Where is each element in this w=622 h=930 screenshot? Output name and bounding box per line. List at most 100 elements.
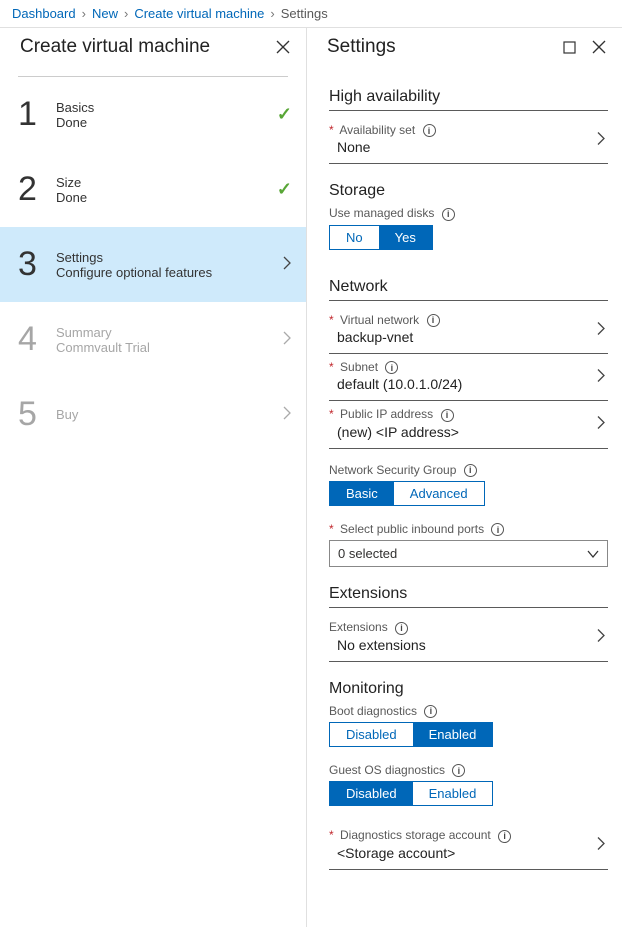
public-ip-picker[interactable]: * Public IP address i (new) <IP address> <box>329 401 608 448</box>
required-asterisk: * <box>329 407 334 421</box>
required-asterisk: * <box>329 313 334 327</box>
chevron-right-icon <box>282 406 292 423</box>
virtual-network-picker[interactable]: * Virtual network i backup-vnet <box>329 307 608 354</box>
field-value: backup-vnet <box>329 327 608 345</box>
chevron-right-icon: › <box>82 6 86 21</box>
step-list: 1 Basics Done ✓ 2 Size Done ✓ 3 Settings <box>0 76 306 452</box>
step-basics[interactable]: 1 Basics Done ✓ <box>0 77 306 152</box>
settings-blade: Settings High availability * Availabilit… <box>306 27 622 927</box>
info-icon[interactable]: i <box>427 314 440 327</box>
chevron-right-icon <box>596 629 606 646</box>
guest-diagnostics-toggle: Disabled Enabled <box>329 781 493 806</box>
boot-diagnostics-toggle: Disabled Enabled <box>329 722 493 747</box>
required-asterisk: * <box>329 522 334 536</box>
step-title: Basics <box>56 100 277 115</box>
extensions-picker[interactable]: Extensions i No extensions <box>329 614 608 661</box>
field-value: (new) <IP address> <box>329 422 608 440</box>
step-number: 1 <box>18 95 56 134</box>
breadcrumb-current: Settings <box>281 6 328 21</box>
section-storage: Storage <box>329 182 608 200</box>
info-icon[interactable]: i <box>441 409 454 422</box>
chevron-right-icon <box>596 321 606 338</box>
boot-disabled[interactable]: Disabled <box>330 723 413 746</box>
inbound-ports-label: * Select public inbound ports i <box>329 522 608 536</box>
step-number: 5 <box>18 395 56 434</box>
step-number: 2 <box>18 170 56 209</box>
step-title: Size <box>56 175 277 190</box>
field-label: Virtual network <box>340 313 419 327</box>
guest-disabled[interactable]: Disabled <box>330 782 413 805</box>
chevron-right-icon <box>596 132 606 149</box>
nsg-toggle: Basic Advanced <box>329 481 485 506</box>
left-blade-title: Create virtual machine <box>20 36 210 58</box>
field-value: default (10.0.1.0/24) <box>329 374 608 392</box>
subnet-picker[interactable]: * Subnet i default (10.0.1.0/24) <box>329 354 608 401</box>
guest-diagnostics-label: Guest OS diagnostics i <box>329 763 608 777</box>
close-icon[interactable] <box>274 38 292 56</box>
chevron-right-icon <box>596 369 606 386</box>
nsg-label: Network Security Group i <box>329 463 608 477</box>
step-summary[interactable]: 4 Summary Commvault Trial <box>0 302 306 377</box>
select-value: 0 selected <box>338 546 397 561</box>
info-icon[interactable]: i <box>442 208 455 221</box>
chevron-right-icon <box>282 256 292 273</box>
field-value: None <box>329 137 608 155</box>
step-subtitle: Done <box>56 190 277 205</box>
step-subtitle: Configure optional features <box>56 265 282 280</box>
step-settings[interactable]: 3 Settings Configure optional features <box>0 227 306 302</box>
step-title: Summary <box>56 325 282 340</box>
chevron-right-icon: › <box>270 6 274 21</box>
boot-enabled[interactable]: Enabled <box>413 723 493 746</box>
info-icon[interactable]: i <box>491 523 504 536</box>
nsg-basic[interactable]: Basic <box>330 482 394 505</box>
info-icon[interactable]: i <box>424 705 437 718</box>
managed-disks-yes[interactable]: Yes <box>379 226 432 249</box>
guest-enabled[interactable]: Enabled <box>413 782 493 805</box>
step-subtitle: Done <box>56 115 277 130</box>
field-value: <Storage account> <box>329 843 608 861</box>
managed-disks-toggle: No Yes <box>329 225 433 250</box>
nsg-advanced[interactable]: Advanced <box>394 482 484 505</box>
field-label: Diagnostics storage account <box>340 828 491 842</box>
chevron-right-icon <box>596 837 606 854</box>
chevron-down-icon <box>587 547 599 562</box>
info-icon[interactable]: i <box>395 622 408 635</box>
breadcrumb: Dashboard › New › Create virtual machine… <box>0 0 622 27</box>
settings-title: Settings <box>327 36 396 58</box>
info-icon[interactable]: i <box>423 124 436 137</box>
breadcrumb-new[interactable]: New <box>92 6 118 21</box>
info-icon[interactable]: i <box>464 464 477 477</box>
field-label: Extensions <box>329 620 388 634</box>
close-icon[interactable] <box>590 38 608 56</box>
check-icon: ✓ <box>277 179 292 200</box>
section-extensions: Extensions <box>329 585 608 608</box>
managed-disks-no[interactable]: No <box>330 226 379 249</box>
chevron-right-icon <box>596 416 606 433</box>
step-title: Buy <box>56 407 282 422</box>
step-size[interactable]: 2 Size Done ✓ <box>0 152 306 227</box>
required-asterisk: * <box>329 828 334 842</box>
info-icon[interactable]: i <box>385 361 398 374</box>
field-label: Availability set <box>339 123 415 137</box>
availability-set-picker[interactable]: * Availability set i None <box>329 117 608 164</box>
chevron-right-icon: › <box>124 6 128 21</box>
field-label: Subnet <box>340 360 378 374</box>
diagnostics-storage-picker[interactable]: * Diagnostics storage account i <Storage… <box>329 822 608 869</box>
section-monitoring: Monitoring <box>329 680 608 698</box>
required-asterisk: * <box>329 360 334 374</box>
breadcrumb-create-vm[interactable]: Create virtual machine <box>134 6 264 21</box>
required-asterisk: * <box>329 123 334 137</box>
breadcrumb-dashboard[interactable]: Dashboard <box>12 6 76 21</box>
info-icon[interactable]: i <box>452 764 465 777</box>
check-icon: ✓ <box>277 104 292 125</box>
step-number: 4 <box>18 320 56 359</box>
field-value: No extensions <box>329 635 608 653</box>
step-buy[interactable]: 5 Buy <box>0 377 306 452</box>
field-label: Public IP address <box>340 407 433 421</box>
info-icon[interactable]: i <box>498 830 511 843</box>
step-title: Settings <box>56 250 282 265</box>
boot-diagnostics-label: Boot diagnostics i <box>329 704 608 718</box>
section-high-availability: High availability <box>329 88 608 111</box>
restore-icon[interactable] <box>560 38 578 56</box>
inbound-ports-select[interactable]: 0 selected <box>329 540 608 567</box>
